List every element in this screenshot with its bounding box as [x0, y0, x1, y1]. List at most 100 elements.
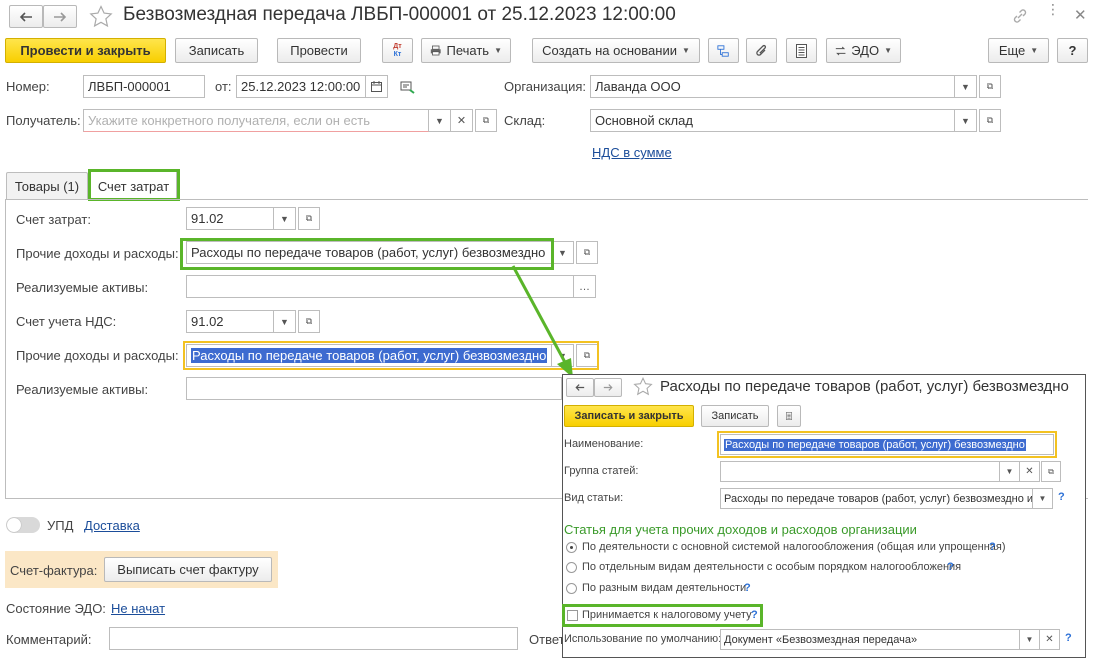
organization-field[interactable]: Лаванда ООО: [590, 75, 955, 98]
popup-radio-special-label: По отдельным видам деятельности с особым…: [582, 561, 962, 573]
popup-tax-help-icon[interactable]: ?: [751, 609, 758, 621]
popup-default-use-label: Использование по умолчанию:: [564, 633, 722, 645]
other-income-label: Прочие доходы и расходы:: [16, 246, 179, 261]
cost-account-field[interactable]: 91.02: [186, 207, 274, 230]
more-button[interactable]: Еще ▼: [988, 38, 1049, 63]
edo-state-link[interactable]: Не начат: [111, 601, 165, 616]
save-button[interactable]: Записать: [175, 38, 258, 63]
popup-radio-special[interactable]: [566, 562, 577, 573]
popup-default-use-dropdown-button[interactable]: ▼: [1020, 629, 1040, 650]
popup-radio-main-help-icon[interactable]: ?: [989, 541, 996, 553]
organization-open-button[interactable]: ⧉: [979, 75, 1001, 98]
popup-kind-dropdown-button[interactable]: ▼: [1033, 488, 1053, 509]
report-button[interactable]: [786, 38, 817, 63]
popup-group-dropdown-button[interactable]: ▼: [1000, 461, 1020, 482]
menu-dots-icon[interactable]: ⋮: [1046, 2, 1060, 16]
popup-radio-various-help-icon[interactable]: ?: [744, 582, 751, 594]
organization-label: Организация:: [504, 79, 587, 94]
popup-group-clear-button[interactable]: ✕: [1020, 461, 1040, 482]
popup-group-field[interactable]: [720, 461, 1000, 482]
other-income-2-label: Прочие доходы и расходы:: [16, 348, 179, 363]
help-button[interactable]: ?: [1057, 38, 1088, 63]
popup-save-close-button[interactable]: Записать и закрыть: [564, 405, 694, 427]
vat-account-field[interactable]: 91.02: [186, 310, 274, 333]
recipient-open-button[interactable]: ⧉: [475, 109, 497, 132]
popup-name-field[interactable]: Расходы по передаче товаров (работ, услу…: [720, 434, 1054, 455]
post-and-close-button[interactable]: Провести и закрыть: [5, 38, 166, 63]
date-field[interactable]: 25.12.2023 12:00:00: [236, 75, 366, 98]
warehouse-label: Склад:: [504, 113, 546, 128]
vat-account-dropdown-button[interactable]: ▼: [274, 310, 296, 333]
warehouse-open-button[interactable]: ⧉: [979, 109, 1001, 132]
popup-radio-main[interactable]: [566, 542, 577, 553]
cost-account-label: Счет затрат:: [16, 212, 91, 227]
chevron-down-icon: ▼: [681, 46, 690, 55]
recipient-dropdown-button[interactable]: ▼: [429, 109, 451, 132]
star-icon[interactable]: [89, 5, 113, 28]
popup-save-button[interactable]: Записать: [701, 405, 769, 427]
popup-forward-button[interactable]: [594, 378, 622, 397]
paperclip-icon: [756, 44, 767, 56]
tab-goods[interactable]: Товары (1): [6, 172, 88, 199]
star-icon[interactable]: [633, 377, 653, 396]
popup-kind-field[interactable]: Расходы по передаче товаров (работ, услу…: [720, 488, 1033, 509]
popup-group-label: Группа статей:: [564, 465, 639, 477]
other-income-dropdown-button[interactable]: ▼: [552, 241, 574, 264]
chevron-down-icon: ▼: [494, 46, 502, 55]
popup-default-use-field[interactable]: Документ «Безвозмездная передача»: [720, 629, 1020, 650]
other-income-2-field[interactable]: Расходы по передаче товаров (работ, услу…: [186, 344, 552, 367]
recipient-clear-button[interactable]: ✕: [451, 109, 473, 132]
calendar-button[interactable]: [366, 75, 388, 98]
warehouse-field[interactable]: Основной склад: [590, 109, 955, 132]
link-icon[interactable]: [1012, 8, 1028, 24]
close-icon[interactable]: ✕: [1074, 6, 1087, 24]
number-field[interactable]: ЛВБП-000001: [83, 75, 205, 98]
popup-radio-main-label: По деятельности с основной системой нало…: [582, 541, 1006, 553]
assets-2-label: Реализуемые активы:: [16, 382, 149, 397]
popup-tax-checkbox[interactable]: [567, 610, 578, 621]
warehouse-dropdown-button[interactable]: ▼: [955, 109, 977, 132]
arrow-right-icon: [603, 384, 613, 391]
popup-radio-various[interactable]: [566, 583, 577, 594]
popup-back-button[interactable]: [566, 378, 594, 397]
popup-title: Расходы по передаче товаров (работ, услу…: [660, 378, 1069, 395]
cost-account-dropdown-button[interactable]: ▼: [274, 207, 296, 230]
comment-field[interactable]: [109, 627, 518, 650]
back-button[interactable]: [9, 5, 43, 28]
create-based-on-button[interactable]: Создать на основании ▼: [532, 38, 700, 63]
edo-icon: [835, 46, 846, 55]
upd-toggle[interactable]: [6, 517, 40, 533]
popup-radio-special-help-icon[interactable]: ?: [947, 561, 954, 573]
hierarchy-icon: [717, 44, 729, 57]
tab-cost-account[interactable]: Счет затрат: [90, 171, 177, 200]
edo-button[interactable]: ЭДО ▼: [826, 38, 901, 63]
upd-label: УПД: [47, 518, 74, 533]
other-income-open-button[interactable]: ⧉: [576, 241, 598, 264]
popup-section-title: Статья для учета прочих доходов и расход…: [564, 522, 917, 537]
annotation-arrow: [511, 265, 573, 378]
popup-default-use-help-icon[interactable]: ?: [1065, 632, 1072, 644]
attach-button[interactable]: [746, 38, 777, 63]
more-label: Еще: [998, 43, 1026, 58]
popup-group-open-button[interactable]: ⧉: [1041, 461, 1061, 482]
comment-label: Комментарий:: [6, 632, 92, 647]
popup-default-use-clear-button[interactable]: ✕: [1040, 629, 1060, 650]
print-button[interactable]: Печать ▼: [421, 38, 511, 63]
popup-kind-help-icon[interactable]: ?: [1058, 491, 1065, 503]
popup-kind-label: Вид статьи:: [564, 492, 624, 504]
vat-account-open-button[interactable]: ⧉: [298, 310, 320, 333]
comment-icon[interactable]: [400, 81, 416, 94]
organization-dropdown-button[interactable]: ▼: [955, 75, 977, 98]
issue-invoice-button[interactable]: Выписать счет фактуру: [104, 557, 272, 582]
vat-in-amount-link[interactable]: НДС в сумме: [592, 145, 672, 160]
popup-report-button[interactable]: [777, 405, 801, 427]
recipient-field[interactable]: Укажите конкретного получателя, если он …: [83, 109, 429, 132]
other-income-field[interactable]: Расходы по передаче товаров (работ, услу…: [186, 241, 552, 264]
dt-kt-button[interactable]: Дт Кт: [382, 38, 413, 63]
structure-button[interactable]: [708, 38, 739, 63]
forward-button[interactable]: [43, 5, 77, 28]
delivery-link[interactable]: Доставка: [84, 518, 140, 533]
recipient-label: Получатель:: [6, 113, 81, 128]
post-button[interactable]: Провести: [277, 38, 361, 63]
cost-account-open-button[interactable]: ⧉: [298, 207, 320, 230]
